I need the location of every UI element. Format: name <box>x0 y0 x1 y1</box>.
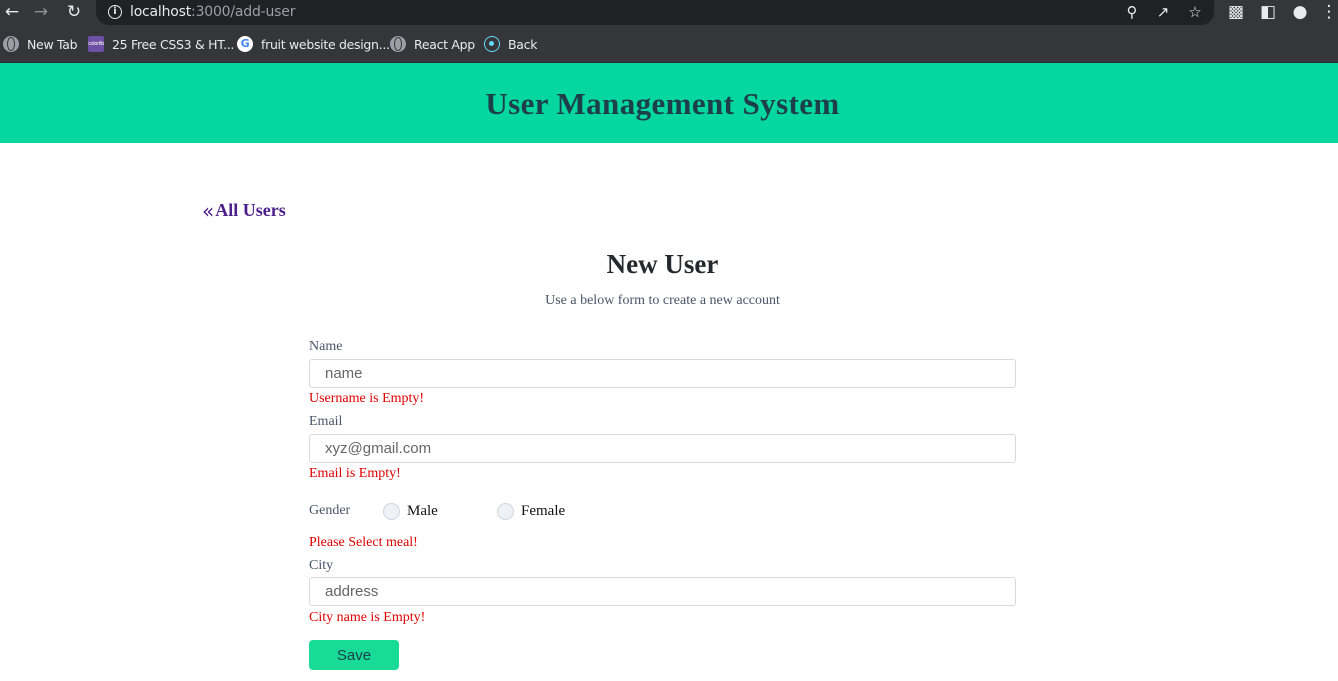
city-error: City name is Empty! <box>309 610 426 625</box>
bookmark-react-app[interactable]: React App <box>390 26 475 62</box>
menu-icon[interactable]: ⋮ <box>1320 0 1338 26</box>
url-host: localhost <box>130 4 192 20</box>
name-input[interactable] <box>309 359 1016 388</box>
double-chevron-left-icon: « <box>202 198 215 223</box>
bookmark-label: New Tab <box>27 36 78 52</box>
extensions-icon[interactable]: ▩ <box>1224 0 1248 26</box>
male-label: Male <box>407 503 438 519</box>
female-radio[interactable] <box>497 503 514 520</box>
info-icon[interactable]: i <box>108 5 122 19</box>
browser-toolbar: ← → ↻ i localhost:3000/add-user ⚲ ↗ ☆ ▩ … <box>0 0 1338 26</box>
gender-label: Gender <box>309 503 351 518</box>
url-text[interactable]: localhost:3000/add-user <box>130 4 295 20</box>
form-subtitle: Use a below form to create a new account <box>545 293 780 308</box>
save-button[interactable]: Save <box>309 640 399 670</box>
city-input[interactable] <box>309 577 1016 606</box>
globe-icon <box>390 36 406 52</box>
female-label: Female <box>521 503 566 519</box>
email-input[interactable] <box>309 434 1016 463</box>
bookmarks-bar: New Tab colorlib 25 Free CSS3 & HT... G … <box>0 26 1338 63</box>
page-header: User Management System <box>0 63 1338 143</box>
all-users-link[interactable]: « All Users <box>202 200 286 221</box>
bookmark-back[interactable]: Back <box>484 26 537 62</box>
all-users-label: All Users <box>215 200 286 220</box>
profile-icon[interactable]: ● <box>1288 0 1312 26</box>
gender-error: Please Select meal! <box>309 535 418 550</box>
bookmark-new-tab[interactable]: New Tab <box>3 26 78 62</box>
bookmark-fruit-website[interactable]: G fruit website design... <box>237 26 390 62</box>
reload-icon[interactable]: ↻ <box>62 0 86 26</box>
male-radio[interactable] <box>383 503 400 520</box>
bookmark-label: 25 Free CSS3 & HT... <box>112 36 235 52</box>
zoom-icon[interactable]: ⚲ <box>1121 0 1143 25</box>
share-icon[interactable]: ↗ <box>1152 0 1174 25</box>
address-bar[interactable]: i localhost:3000/add-user ⚲ ↗ ☆ <box>96 0 1214 25</box>
bookmark-label: React App <box>414 36 475 52</box>
globe-icon <box>3 36 19 52</box>
bookmark-label: Back <box>508 36 538 52</box>
bookmark-css3[interactable]: colorlib 25 Free CSS3 & HT... <box>88 26 234 62</box>
side-panel-icon[interactable]: ◧ <box>1256 0 1280 26</box>
react-icon <box>484 36 500 52</box>
page-title: User Management System <box>485 86 840 121</box>
form-title: New User <box>606 249 719 279</box>
forward-arrow-icon[interactable]: → <box>29 0 53 26</box>
name-error: Username is Empty! <box>309 391 425 406</box>
bookmark-label: fruit website design... <box>261 36 390 52</box>
email-label: Email <box>309 414 343 429</box>
name-label: Name <box>309 339 343 354</box>
city-label: City <box>309 558 334 573</box>
star-icon[interactable]: ☆ <box>1184 0 1206 25</box>
url-path: :3000/add-user <box>191 4 296 20</box>
google-icon: G <box>237 36 253 52</box>
back-arrow-icon[interactable]: ← <box>0 0 24 26</box>
email-error: Email is Empty! <box>309 466 401 481</box>
colorlib-icon: colorlib <box>88 36 104 52</box>
